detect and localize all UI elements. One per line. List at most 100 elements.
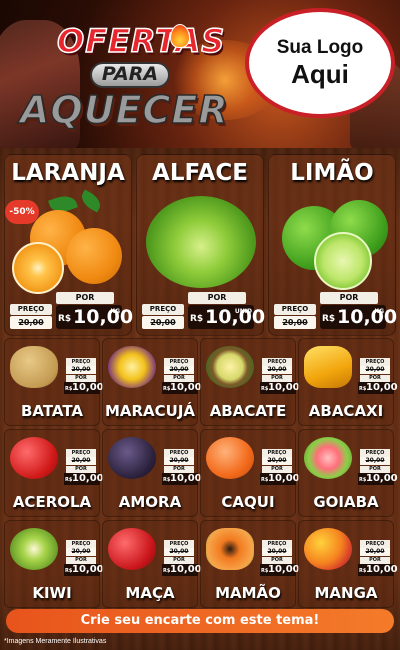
old-price: 20,00 [360,548,390,556]
product-name: MAÇA [125,584,175,602]
product-price-tag: PREÇO 20,00 POR R$ 10,00 [64,358,104,394]
price-value: 10,00 [366,382,398,393]
price-label: PREÇO [360,358,390,366]
logo-line2: Aqui [291,59,349,89]
old-price: 20,00 [262,457,292,465]
price-value: 10,00 [366,473,398,484]
price-label: PREÇO [66,358,96,366]
current-price: R$ 10,00 [162,473,202,485]
price-label: PREÇO [262,449,292,457]
featured-name: ALFACE [152,160,248,186]
price-value: 10,00 [72,473,104,484]
featured-name: LIMÃO [290,160,374,186]
price-value: 10,00 [72,564,104,575]
featured-price-tag: PREÇO 20,00 POR R$ 10,00 KG [10,290,133,330]
product-name: AMORA [118,493,182,511]
current-price: R$ 10,00 [358,382,398,394]
logo-placeholder[interactable]: Sua Logo Aqui [245,8,395,118]
price-label: PREÇO [262,358,292,366]
price-label: PREÇO [66,540,96,548]
current-price: R$ 10,00 [260,382,300,394]
currency: R$ [322,314,336,324]
product-price-tag: PREÇO 20,00 POR R$ 10,00 [64,449,104,485]
fruit-icon [304,437,352,479]
product-price-tag: PREÇO 20,00 POR R$ 10,00 [358,540,398,576]
flame-icon [170,24,190,48]
featured-price-tag: PREÇO 20,00 POR R$ 10,00 UNID [142,290,265,330]
title-aquecer: AQUECER [19,87,229,133]
old-price: 20,00 [360,366,390,374]
product-price-tag: PREÇO 20,00 POR R$ 10,00 [358,449,398,485]
fruit-icon [10,346,58,388]
logo-line1: Sua Logo [276,37,364,58]
product-name: MANGA [314,584,378,602]
fruit-icon [108,528,156,570]
por-label: POR [262,375,292,382]
product-price-tag: PREÇO 20,00 POR R$ 10,00 [260,358,300,394]
por-label: POR [360,375,390,382]
old-price: 20,00 [360,457,390,465]
currency: R$ [58,314,72,324]
current-price: R$ 10,00 KG [56,305,133,329]
price-label: PREÇO [164,358,194,366]
product-price-tag: PREÇO 20,00 POR R$ 10,00 [162,449,202,485]
old-price: 20,00 [66,548,96,556]
old-price: 20,00 [164,366,194,374]
product-price-tag: PREÇO 20,00 POR R$ 10,00 [358,358,398,394]
price-value: 10,00 [170,382,202,393]
price-value: 10,00 [366,564,398,575]
current-price: R$ 10,00 KG [320,305,397,329]
lettuce-icon [146,196,256,288]
price-label: PREÇO [360,540,390,548]
product-name: KIWI [32,584,72,602]
lime-slice-icon [314,232,372,290]
old-price: 20,00 [262,366,292,374]
por-label: POR [164,375,194,382]
fruit-icon [206,346,254,388]
current-price: R$ 10,00 [64,564,104,576]
price-label: PREÇO [66,449,96,457]
current-price: R$ 10,00 [64,382,104,394]
price-value: 10,00 [337,306,398,328]
title-para: PARA [101,63,159,85]
por-label: POR [164,557,194,564]
old-price: 20,00 [274,316,316,329]
price-label: PREÇO [164,540,194,548]
por-label: POR [56,292,114,304]
campaign-title: OFERTAS PARA AQUECER [12,14,252,134]
price-label: PREÇO [274,304,316,315]
price-value: 10,00 [72,382,104,393]
por-label: POR [262,557,292,564]
orange-icon [66,228,122,284]
fruit-icon [304,528,352,570]
fruit-icon [108,437,156,479]
create-flyer-button[interactable]: Crie seu encarte com este tema! [6,609,394,633]
product-name: MARACUJÁ [104,402,196,420]
por-label: POR [66,375,96,382]
por-label: POR [262,466,292,473]
por-label: POR [66,557,96,564]
price-label: PREÇO [10,304,52,315]
product-price-tag: PREÇO 20,00 POR R$ 10,00 [260,540,300,576]
disclaimer-text: *Imagens Meramente Ilustrativas [4,638,107,645]
old-price: 20,00 [262,548,292,556]
old-price: 20,00 [164,457,194,465]
current-price: R$ 10,00 [64,473,104,485]
discount-badge: -50% [5,200,39,224]
old-price: 20,00 [66,366,96,374]
price-value: 10,00 [170,473,202,484]
fruit-icon [206,528,254,570]
price-value: 10,00 [170,564,202,575]
unit: UNID [234,308,252,315]
current-price: R$ 10,00 [260,564,300,576]
product-price-tag: PREÇO 20,00 POR R$ 10,00 [64,540,104,576]
current-price: R$ 10,00 [260,473,300,485]
por-label: POR [320,292,378,304]
current-price: R$ 10,00 [162,564,202,576]
unit: KG [374,308,384,315]
price-value: 10,00 [268,382,300,393]
current-price: R$ 10,00 UNID [188,305,265,329]
fruit-icon [206,437,254,479]
current-price: R$ 10,00 [358,564,398,576]
price-value: 10,00 [268,473,300,484]
